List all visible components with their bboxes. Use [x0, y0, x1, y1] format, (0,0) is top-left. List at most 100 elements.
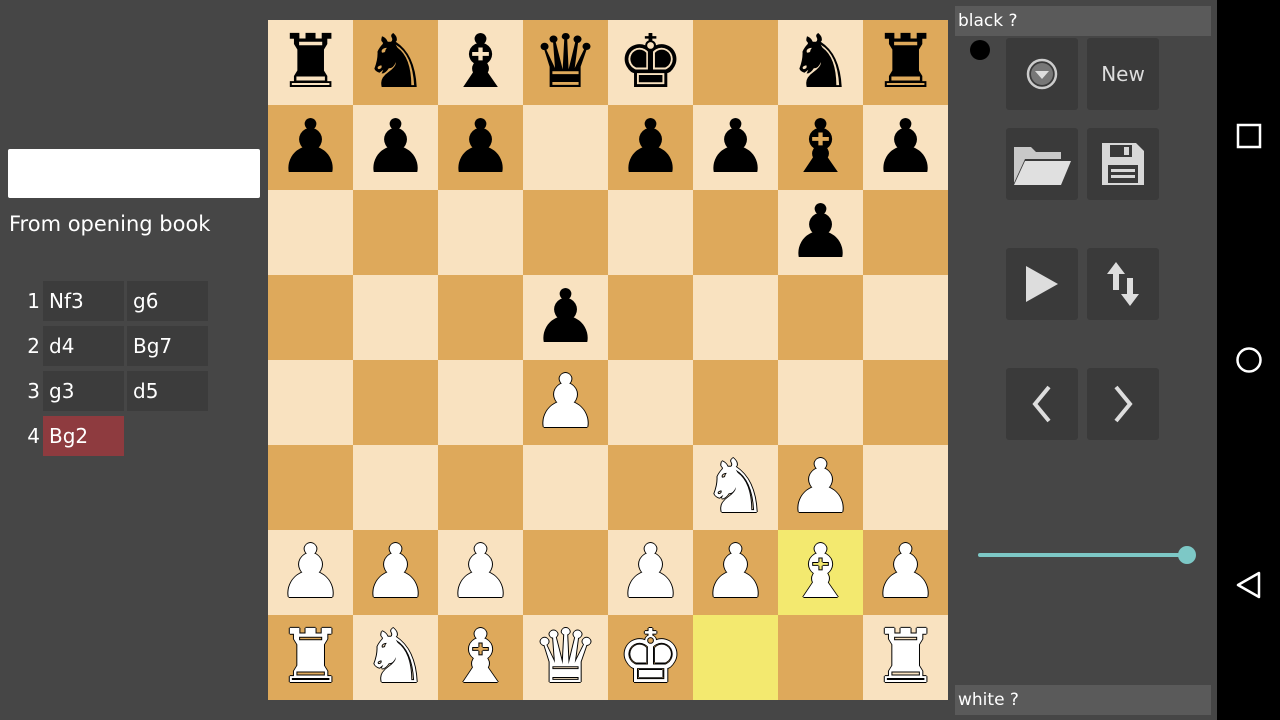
square-b6[interactable] — [353, 190, 438, 275]
move-white[interactable]: Nf3 — [43, 281, 124, 321]
square-b5[interactable] — [353, 275, 438, 360]
square-b7[interactable]: ♟ — [353, 105, 438, 190]
white-pawn-icon[interactable]: ♟ — [617, 530, 683, 615]
square-e5[interactable] — [608, 275, 693, 360]
square-a8[interactable]: ♜ — [268, 20, 353, 105]
forward-move-button[interactable] — [1087, 368, 1159, 440]
back-button[interactable] — [1235, 571, 1263, 599]
square-e8[interactable]: ♚ — [608, 20, 693, 105]
square-d1[interactable]: ♛ — [523, 615, 608, 700]
black-pawn-icon[interactable]: ♟ — [787, 190, 853, 275]
recent-apps-button[interactable] — [1235, 122, 1263, 150]
black-queen-icon[interactable]: ♛ — [532, 20, 598, 105]
square-d3[interactable] — [523, 445, 608, 530]
square-f2[interactable]: ♟ — [693, 530, 778, 615]
square-a7[interactable]: ♟ — [268, 105, 353, 190]
square-d5[interactable]: ♟ — [523, 275, 608, 360]
new-game-button[interactable]: New — [1087, 38, 1159, 110]
square-c2[interactable]: ♟ — [438, 530, 523, 615]
white-pawn-icon[interactable]: ♟ — [787, 445, 853, 530]
white-pawn-icon[interactable]: ♟ — [362, 530, 428, 615]
play-button[interactable] — [1006, 248, 1078, 320]
black-pawn-icon[interactable]: ♟ — [617, 105, 683, 190]
square-g5[interactable] — [778, 275, 863, 360]
back-move-button[interactable] — [1006, 368, 1078, 440]
black-pawn-icon[interactable]: ♟ — [702, 105, 768, 190]
black-rook-icon[interactable]: ♜ — [277, 20, 343, 105]
square-h1[interactable]: ♜ — [863, 615, 948, 700]
square-h2[interactable]: ♟ — [863, 530, 948, 615]
save-button[interactable] — [1087, 128, 1159, 200]
white-pawn-icon[interactable]: ♟ — [447, 530, 513, 615]
black-bishop-icon[interactable]: ♝ — [447, 20, 513, 105]
black-knight-icon[interactable]: ♞ — [787, 20, 853, 105]
square-f5[interactable] — [693, 275, 778, 360]
load-button[interactable] — [1006, 128, 1078, 200]
white-pawn-icon[interactable]: ♟ — [702, 530, 768, 615]
white-knight-icon[interactable]: ♞ — [362, 615, 428, 700]
black-knight-icon[interactable]: ♞ — [362, 20, 428, 105]
white-pawn-icon[interactable]: ♟ — [872, 530, 938, 615]
square-f6[interactable] — [693, 190, 778, 275]
move-black[interactable]: g6 — [127, 281, 208, 321]
square-a4[interactable] — [268, 360, 353, 445]
black-pawn-icon[interactable]: ♟ — [872, 105, 938, 190]
square-e2[interactable]: ♟ — [608, 530, 693, 615]
black-pawn-icon[interactable]: ♟ — [447, 105, 513, 190]
move-input-field[interactable] — [8, 149, 260, 198]
move-black[interactable]: Bg7 — [127, 326, 208, 366]
square-e1[interactable]: ♚ — [608, 615, 693, 700]
square-e7[interactable]: ♟ — [608, 105, 693, 190]
square-c6[interactable] — [438, 190, 523, 275]
square-a2[interactable]: ♟ — [268, 530, 353, 615]
square-g4[interactable] — [778, 360, 863, 445]
square-f7[interactable]: ♟ — [693, 105, 778, 190]
square-d7[interactable] — [523, 105, 608, 190]
flip-board-button[interactable] — [1087, 248, 1159, 320]
square-e3[interactable] — [608, 445, 693, 530]
square-d6[interactable] — [523, 190, 608, 275]
square-f8[interactable] — [693, 20, 778, 105]
black-rook-icon[interactable]: ♜ — [872, 20, 938, 105]
square-d2[interactable] — [523, 530, 608, 615]
square-g1[interactable] — [778, 615, 863, 700]
square-h6[interactable] — [863, 190, 948, 275]
position-slider-track[interactable] — [978, 553, 1186, 557]
home-button[interactable] — [1235, 346, 1263, 374]
square-b4[interactable] — [353, 360, 438, 445]
square-a3[interactable] — [268, 445, 353, 530]
square-c4[interactable] — [438, 360, 523, 445]
white-pawn-icon[interactable]: ♟ — [532, 360, 598, 445]
square-h8[interactable]: ♜ — [863, 20, 948, 105]
white-rook-icon[interactable]: ♜ — [277, 615, 343, 700]
square-b3[interactable] — [353, 445, 438, 530]
square-d8[interactable]: ♛ — [523, 20, 608, 105]
chess-board[interactable]: ♜ ♞ ♝ ♛ ♚ ♞ ♜ ♟ ♟ ♟ ♟ ♟ ♝ ♟ ♟ ♟ ♟ ♞ ♟ ♟ ♟ ♟ ♟ ♟ ♝ ♟ ♜ ♞ ♝ ♛ ♚ ♜ — [268, 20, 948, 700]
square-h3[interactable] — [863, 445, 948, 530]
square-c1[interactable]: ♝ — [438, 615, 523, 700]
square-h7[interactable]: ♟ — [863, 105, 948, 190]
black-king-icon[interactable]: ♚ — [617, 20, 683, 105]
square-f3[interactable]: ♞ — [693, 445, 778, 530]
square-e6[interactable] — [608, 190, 693, 275]
white-bishop-icon[interactable]: ♝ — [447, 615, 513, 700]
position-slider-thumb[interactable] — [1178, 546, 1196, 564]
square-b1[interactable]: ♞ — [353, 615, 438, 700]
square-b8[interactable]: ♞ — [353, 20, 438, 105]
square-a1[interactable]: ♜ — [268, 615, 353, 700]
white-bishop-icon[interactable]: ♝ — [787, 530, 853, 615]
square-e4[interactable] — [608, 360, 693, 445]
square-d4[interactable]: ♟ — [523, 360, 608, 445]
white-queen-icon[interactable]: ♛ — [532, 615, 598, 700]
square-c3[interactable] — [438, 445, 523, 530]
square-c5[interactable] — [438, 275, 523, 360]
black-pawn-icon[interactable]: ♟ — [532, 275, 598, 360]
square-g8[interactable]: ♞ — [778, 20, 863, 105]
square-f4[interactable] — [693, 360, 778, 445]
square-g2[interactable]: ♝ — [778, 530, 863, 615]
square-a5[interactable] — [268, 275, 353, 360]
square-h5[interactable] — [863, 275, 948, 360]
white-knight-icon[interactable]: ♞ — [702, 445, 768, 530]
black-bishop-icon[interactable]: ♝ — [787, 105, 853, 190]
move-black[interactable]: d5 — [127, 371, 208, 411]
